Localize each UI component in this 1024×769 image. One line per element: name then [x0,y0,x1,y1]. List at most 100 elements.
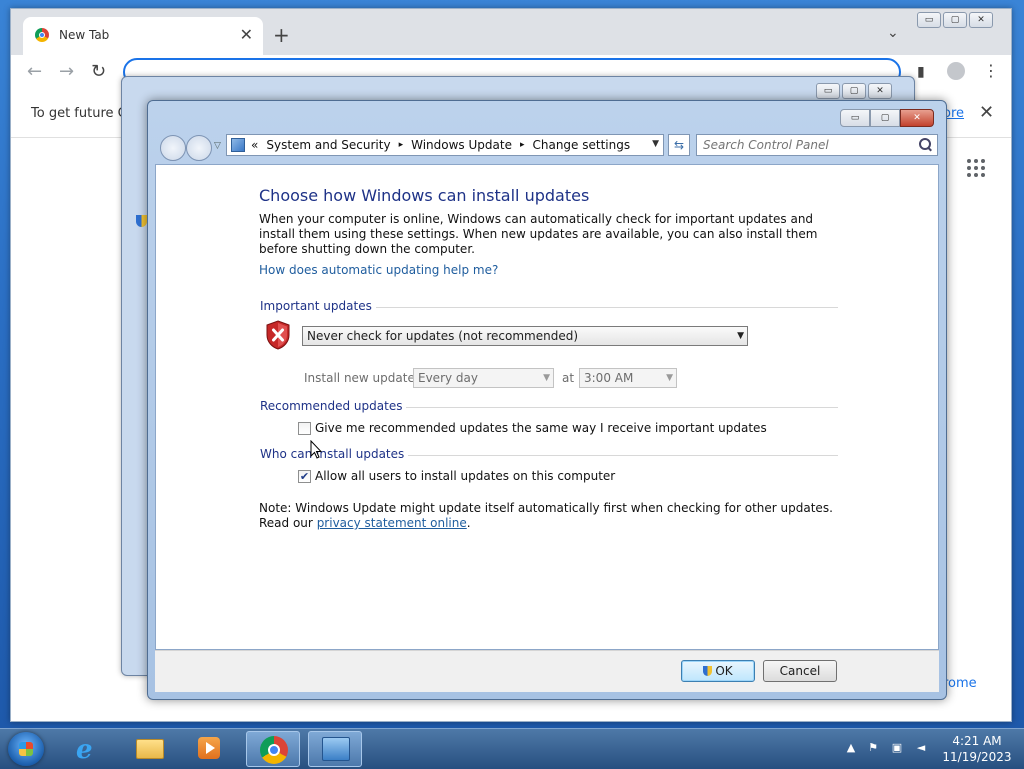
google-apps-grid-icon[interactable] [967,159,985,177]
reload-icon[interactable]: ↻ [91,61,106,82]
install-new-updates-label: Install new updates: [304,371,426,385]
search-icon[interactable] [919,138,931,150]
taskbar-control-panel[interactable] [308,731,362,767]
who-can-install-heading: Who can install updates [260,447,409,461]
maximize-button[interactable]: ▢ [870,109,900,127]
at-label: at [562,371,575,385]
install-frequency-select[interactable]: Every day ▼ [413,368,554,388]
clock-time[interactable]: 4:21 AM [942,734,1012,748]
clock-date[interactable]: 11/19/2023 [942,750,1012,764]
chrome-tab-title: New Tab [59,28,110,42]
menu-kebab-icon[interactable]: ⋮ [983,61,999,80]
show-hidden-icons-icon[interactable]: ▲ [844,741,858,755]
chrome-info-text: To get future Go [31,106,136,121]
network-icon[interactable]: ▣ [890,741,904,755]
window-controls: ▭ ▢ ✕ [840,109,934,127]
back-button[interactable] [160,135,186,161]
breadcrumb-separator-icon[interactable]: ▸ [520,138,525,153]
dropdown-arrow-icon: ▼ [737,331,744,341]
install-time-value: 3:00 AM [584,371,634,385]
breadcrumb-separator-icon[interactable]: ▸ [399,138,404,153]
minimize-button[interactable]: ▭ [840,109,870,127]
taskbar-file-explorer[interactable] [122,731,176,767]
who-can-install-group: Who can install updates [260,447,838,463]
control-panel-icon [231,138,245,152]
taskbar-internet-explorer[interactable]: e [62,731,116,767]
forward-button[interactable] [186,135,212,161]
refresh-icon[interactable]: ⇆ [668,134,690,156]
uac-shield-icon [703,666,713,676]
important-updates-select[interactable]: Never check for updates (not recommended… [302,326,748,346]
breadcrumb: « System and Security ▸ Windows Update ▸… [251,138,630,153]
allow-all-users-checkbox[interactable]: ✔ [298,470,311,483]
breadcrumb-overflow[interactable]: « [251,138,258,153]
profile-avatar-icon[interactable] [947,62,965,80]
search-box [696,134,938,156]
intro-text: When your computer is online, Windows ca… [259,212,818,256]
important-updates-heading: Important updates [260,299,376,313]
background-window-controls: ▭ ▢ ✕ [816,83,892,99]
action-center-flag-icon[interactable]: ⚑ [866,741,880,755]
chrome-close-button[interactable]: ✕ [969,12,993,28]
new-tab-button[interactable]: + [273,23,290,47]
chrome-tab-new-tab[interactable]: New Tab ✕ [23,17,263,55]
close-button[interactable]: ✕ [900,109,934,127]
ok-button[interactable]: OK [681,660,755,682]
chrome-tab-close-icon[interactable]: ✕ [240,25,253,44]
dropdown-arrow-icon: ▼ [543,373,550,383]
background-close-button[interactable]: ✕ [868,83,892,99]
taskbar: e ▲ ⚑ ▣ ◄ 4:21 AM 11/19/2023 [0,728,1024,769]
allow-all-users-label[interactable]: Allow all users to install updates on th… [315,469,615,483]
install-time-select[interactable]: 3:00 AM ▼ [579,368,677,388]
taskbar-media-player[interactable] [182,731,236,767]
shield-x-icon [266,320,290,350]
breadcrumb-change-settings[interactable]: Change settings [532,138,630,153]
help-link[interactable]: How does automatic updating help me? [259,263,498,278]
page-title: Choose how Windows can install updates [259,186,590,205]
chrome-tabstrip: New Tab ✕ + ⌄ ▭ ▢ ✕ [11,9,1011,55]
system-tray: ▲ ⚑ ▣ ◄ 4:21 AM 11/19/2023 [842,729,1024,769]
recent-pages-chevron-icon[interactable]: ▽ [214,141,221,151]
settings-content: Choose how Windows can install updates W… [155,164,939,650]
chrome-minimize-button[interactable]: ▭ [917,12,941,28]
windows-update-settings-window: ▭ ▢ ✕ ▽ « System and Security ▸ Windows … [147,100,947,700]
breadcrumb-windows-update[interactable]: Windows Update [411,138,512,153]
cancel-button[interactable]: Cancel [763,660,837,682]
forward-arrow-icon[interactable]: → [59,61,74,82]
recommended-updates-heading: Recommended updates [260,399,407,413]
chrome-info-close-icon[interactable]: ✕ [979,102,994,123]
taskbar-chrome[interactable] [246,731,300,767]
tab-search-chevron-icon[interactable]: ⌄ [887,25,899,41]
address-dropdown-icon[interactable]: ▼ [652,139,659,149]
chrome-icon [260,736,288,764]
folder-icon [136,739,164,759]
note-text: Note: Windows Update might update itself… [259,501,839,531]
note-period: . [466,516,471,530]
recommended-updates-checkbox[interactable] [298,422,311,435]
search-input[interactable] [697,135,925,155]
chrome-maximize-button[interactable]: ▢ [943,12,967,28]
mouse-cursor-icon [310,440,322,459]
control-panel-icon [322,737,350,761]
recommended-updates-group: Recommended updates [260,399,838,415]
chrome-favicon-icon [35,28,49,42]
privacy-statement-link[interactable]: privacy statement online [317,516,467,530]
important-updates-group: Important updates [260,299,838,315]
background-maximize-button[interactable]: ▢ [842,83,866,99]
back-arrow-icon[interactable]: ← [27,61,42,82]
chrome-window-controls: ▭ ▢ ✕ [917,12,993,28]
breadcrumb-system-and-security[interactable]: System and Security [266,138,390,153]
dialog-footer: OK Cancel [155,650,939,692]
volume-muted-icon[interactable]: ◄ [914,741,928,755]
address-bar[interactable]: « System and Security ▸ Windows Update ▸… [226,134,664,156]
chrome-customize-link[interactable]: rome [943,676,977,691]
internet-explorer-icon: e [76,735,93,765]
important-updates-selected: Never check for updates (not recommended… [307,329,579,343]
uac-shield-icon [136,215,147,227]
media-player-icon [198,737,220,759]
recommended-updates-label[interactable]: Give me recommended updates the same way… [315,421,767,435]
side-panel-icon[interactable]: ▮ [917,64,925,80]
start-button[interactable] [8,732,44,766]
background-minimize-button[interactable]: ▭ [816,83,840,99]
dropdown-arrow-icon: ▼ [666,373,673,383]
